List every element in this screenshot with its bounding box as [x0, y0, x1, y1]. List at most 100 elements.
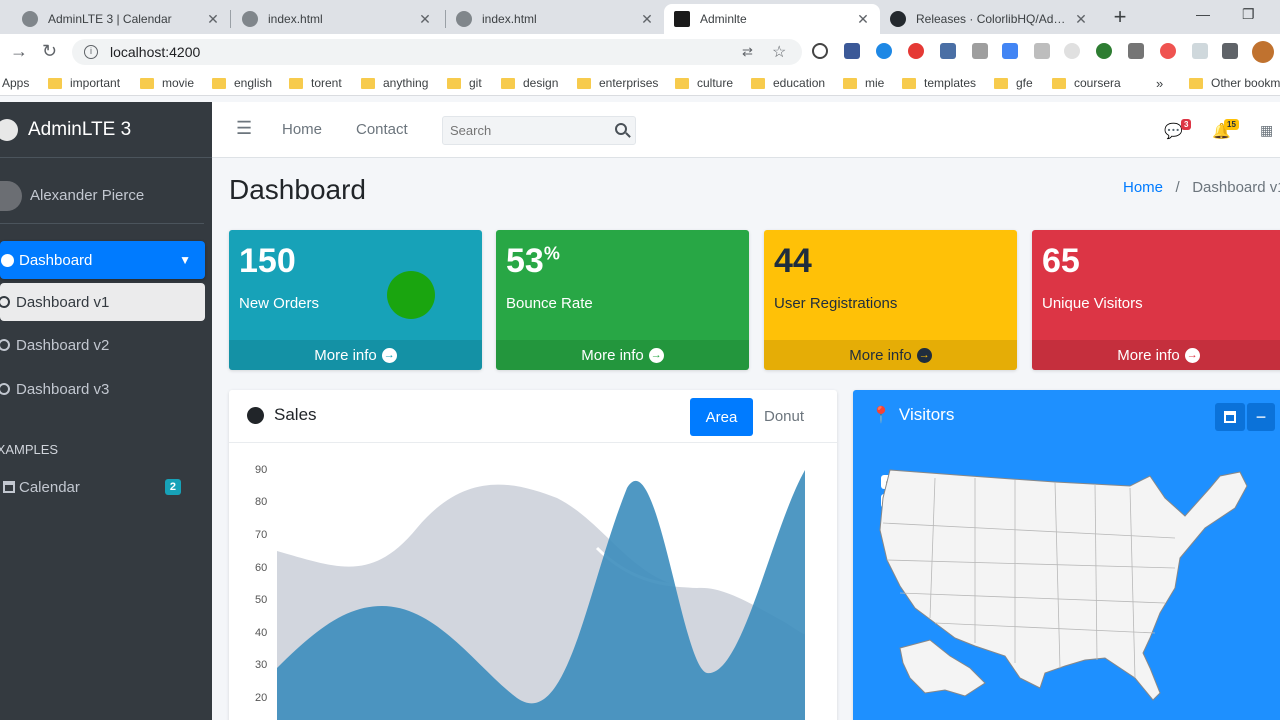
comments-icon[interactable]: 💬	[1164, 122, 1183, 140]
user-panel[interactable]: Alexander Pierce	[0, 168, 204, 224]
navbar-search	[442, 116, 636, 145]
bookmark-folder[interactable]: important	[48, 76, 120, 90]
sidebar-item-dashboard-v3[interactable]: Dashboard v3	[0, 370, 205, 408]
small-box-registrations: 44 User Registrations More info →	[764, 230, 1017, 370]
bookmark-folder[interactable]: english	[212, 76, 272, 90]
profile-avatar[interactable]	[1252, 41, 1274, 63]
bookmark-folder[interactable]: design	[501, 76, 558, 90]
reload-icon[interactable]: ↻	[42, 42, 57, 60]
close-icon[interactable]: ✕	[206, 11, 220, 28]
bookmark-folder[interactable]: gfe	[994, 76, 1033, 90]
extension-icon[interactable]	[940, 43, 956, 59]
search-input[interactable]	[443, 123, 603, 138]
info-icon[interactable]: i	[84, 45, 98, 59]
address-bar: → ↻ i localhost:4200 ⇄ ☆	[0, 34, 1280, 70]
y-tick-label: 60	[255, 562, 268, 574]
tab-title: Releases · ColorlibHQ/AdminLTE	[916, 12, 1074, 26]
search-icon[interactable]	[615, 123, 627, 135]
bookmark-folder[interactable]: education	[751, 76, 825, 90]
extension-icon[interactable]	[1160, 43, 1176, 59]
browser-tab[interactable]: AdminLTE 3 | Calendar ✕	[12, 4, 230, 34]
minimize-icon[interactable]: —	[1196, 6, 1210, 22]
arrow-circle-right-icon: →	[648, 347, 664, 363]
more-info-link[interactable]: More info →	[764, 340, 1017, 370]
bookmark-folder[interactable]: enterprises	[577, 76, 658, 90]
translate-icon[interactable]: ⇄	[742, 44, 753, 60]
extension-icon[interactable]	[876, 43, 892, 59]
y-tick-label: 40	[255, 627, 268, 639]
collapse-button[interactable]: −	[1247, 403, 1275, 431]
bookmark-folder[interactable]: templates	[902, 76, 976, 90]
extension-icon[interactable]	[972, 43, 988, 59]
tab-area[interactable]: Area	[690, 398, 753, 436]
bookmark-label: coursera	[1074, 76, 1121, 90]
tab-donut[interactable]: Donut	[764, 408, 804, 425]
new-tab-icon[interactable]: +	[1108, 6, 1132, 28]
sidebar-item-dashboard[interactable]: Dashboard ▼	[0, 241, 205, 279]
browser-tab[interactable]: Releases · ColorlibHQ/AdminLTE ✕	[880, 4, 1098, 34]
bookmark-apps[interactable]: Apps	[2, 76, 29, 90]
extension-icon[interactable]	[1064, 43, 1080, 59]
calendar-icon	[1224, 411, 1236, 423]
browser-tab-active[interactable]: Adminlte ✕	[664, 4, 880, 34]
bookmark-folder[interactable]: coursera	[1052, 76, 1121, 90]
restore-icon[interactable]: ❐	[1242, 6, 1255, 23]
folder-icon	[902, 77, 916, 89]
bookmark-folder[interactable]: culture	[675, 76, 733, 90]
breadcrumb-separator: /	[1167, 179, 1189, 196]
breadcrumb-home[interactable]: Home	[1123, 179, 1163, 196]
sidebar-item-dashboard-v1[interactable]: Dashboard v1	[0, 283, 205, 321]
more-info-label: More info	[581, 346, 644, 364]
bookmark-label: Apps	[2, 76, 30, 90]
small-box-visitors: 65 Unique Visitors More info →	[1032, 230, 1280, 370]
nav-link-home[interactable]: Home	[282, 121, 322, 138]
extension-icon[interactable]	[1096, 43, 1112, 59]
bookmark-folder[interactable]: git	[447, 76, 482, 90]
tab-title: Adminlte	[700, 12, 747, 26]
extension-translate-icon[interactable]	[1002, 43, 1018, 59]
extension-opera-icon[interactable]	[908, 43, 924, 59]
bookmark-folder[interactable]: anything	[361, 76, 428, 90]
box-value: 44	[774, 242, 812, 281]
more-info-link[interactable]: More info →	[229, 340, 482, 370]
extension-icon[interactable]	[1034, 43, 1050, 59]
calendar-button[interactable]	[1215, 403, 1245, 431]
card-title-text: Visitors	[898, 405, 955, 424]
close-icon[interactable]: ✕	[1074, 11, 1088, 28]
extension-block-icon[interactable]	[812, 43, 828, 59]
sidebar-item-dashboard-v2[interactable]: Dashboard v2	[0, 326, 205, 364]
url-input[interactable]: i localhost:4200 ⇄ ☆	[72, 39, 802, 65]
shield-icon[interactable]	[1192, 43, 1208, 59]
circle-icon	[0, 383, 10, 395]
more-info-link[interactable]: More info →	[1032, 340, 1280, 370]
more-info-label: More info	[1117, 346, 1180, 364]
bookmark-folder[interactable]: torent	[289, 76, 342, 90]
arrow-circle-right-icon: →	[916, 347, 932, 363]
bookmark-folder[interactable]: mie	[843, 76, 884, 90]
camera-icon[interactable]	[1128, 43, 1144, 59]
folder-icon	[447, 77, 461, 89]
close-icon[interactable]: ✕	[418, 11, 432, 28]
browser-tab[interactable]: index.html ✕	[232, 4, 442, 34]
browser-tab-bar: AdminLTE 3 | Calendar ✕ index.html ✕ ind…	[0, 0, 1280, 34]
box-suffix: %	[543, 243, 560, 264]
sidebar-item-calendar[interactable]: Calendar 2	[0, 468, 205, 506]
close-icon[interactable]: ✕	[640, 11, 654, 28]
box-label: Bounce Rate	[506, 295, 593, 312]
close-icon[interactable]: ✕	[856, 11, 870, 28]
browser-tab[interactable]: index.html ✕	[446, 4, 664, 34]
box-label: User Registrations	[774, 295, 898, 312]
more-info-link[interactable]: More info →	[496, 340, 749, 370]
puzzle-icon[interactable]	[1222, 43, 1238, 59]
extension-facebook-icon[interactable]	[844, 43, 860, 59]
grid-icon[interactable]: ▦	[1260, 122, 1273, 139]
star-icon[interactable]: ☆	[772, 42, 786, 62]
more-bookmarks-icon[interactable]: »	[1156, 76, 1163, 91]
box-number: 53	[506, 242, 544, 280]
bookmark-folder[interactable]: movie	[140, 76, 194, 90]
menu-icon[interactable]: ☰	[236, 118, 252, 139]
bookmark-folder[interactable]: Other bookmarks	[1189, 76, 1280, 90]
nav-link-contact[interactable]: Contact	[356, 121, 408, 138]
forward-icon[interactable]: →	[10, 42, 28, 60]
brand-link[interactable]: AdminLTE 3	[0, 102, 212, 158]
